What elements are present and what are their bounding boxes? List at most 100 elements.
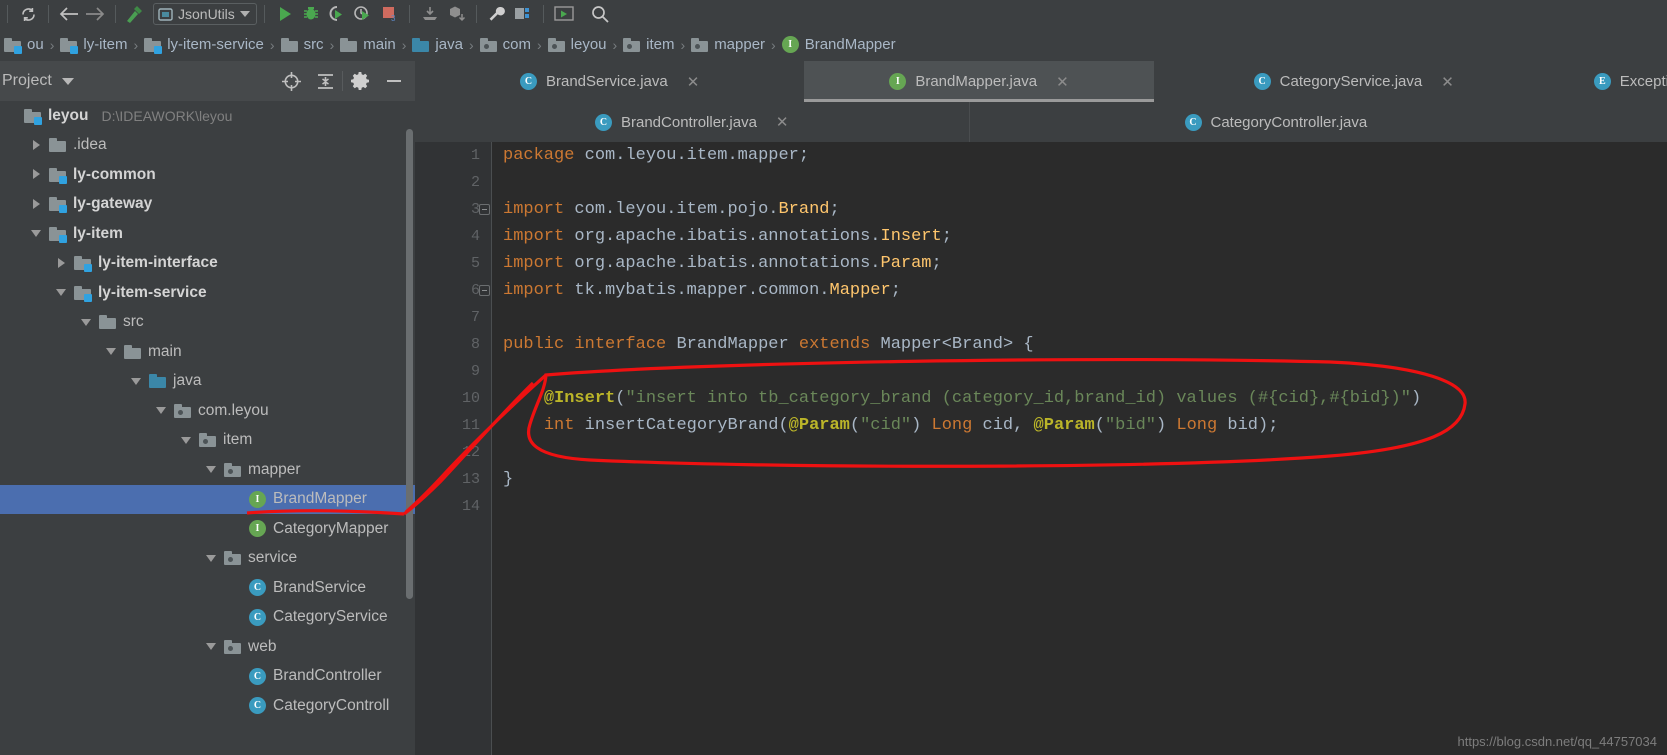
editor-tab-brandservice[interactable]: C BrandService.java ✕ [415, 61, 805, 102]
tree-item-selected[interactable]: I BrandMapper [0, 484, 415, 514]
close-icon[interactable]: ✕ [776, 113, 789, 131]
project-structure-icon[interactable] [510, 2, 536, 26]
tree-item[interactable]: ly-item-service [0, 278, 415, 308]
tree-item[interactable]: com.leyou [0, 396, 415, 426]
tree-item[interactable]: C BrandService [0, 573, 415, 603]
chevron-right-icon[interactable] [31, 198, 42, 210]
chevron-right-icon[interactable] [31, 139, 42, 151]
breadcrumb-item-ly-item[interactable]: ly-item [56, 36, 131, 54]
tree-item[interactable]: .idea [0, 131, 415, 161]
code-line[interactable]: import org.apache.ibatis.annotations.Par… [503, 250, 1667, 277]
editor-tab-brandmapper[interactable]: I BrandMapper.java ✕ [804, 61, 1154, 102]
code-line[interactable] [503, 493, 1667, 520]
tree-item[interactable]: ly-common [0, 160, 415, 190]
tree-item[interactable]: leyou D:\IDEAWORK\leyou [0, 101, 415, 131]
editor-tab-exceptionenum.jav[interactable]: E ExceptionEnum.jav [1553, 61, 1667, 102]
close-icon[interactable]: ✕ [1056, 73, 1069, 91]
back-arrow-icon[interactable] [56, 2, 82, 26]
fold-marker-icon[interactable] [479, 285, 490, 296]
tree-item[interactable]: item [0, 426, 415, 456]
code-line[interactable]: import org.apache.ibatis.annotations.Ins… [503, 223, 1667, 250]
settings-wrench-icon[interactable] [484, 2, 510, 26]
run-with-coverage-icon[interactable] [324, 2, 350, 26]
close-icon[interactable]: ✕ [1441, 73, 1454, 91]
code-line[interactable] [503, 169, 1667, 196]
chevron-down-icon[interactable] [31, 228, 42, 239]
editor-tab-brandcontroller[interactable]: C BrandController.java ✕ [415, 102, 969, 142]
chevron-down-icon[interactable] [206, 553, 217, 564]
project-tree-scrollbar[interactable] [406, 129, 413, 599]
fold-marker-icon[interactable] [479, 204, 490, 215]
settings-gear-icon[interactable] [343, 65, 377, 97]
update-project-icon[interactable] [417, 2, 443, 26]
commit-icon[interactable] [443, 2, 469, 26]
code-editor[interactable]: package com.leyou.item.mapper; import co… [492, 142, 1667, 755]
code-line[interactable] [503, 358, 1667, 385]
code-line[interactable]: package com.leyou.item.mapper; [503, 142, 1667, 169]
chevron-down-icon[interactable] [206, 464, 217, 475]
locate-target-icon[interactable] [274, 65, 308, 97]
chevron-down-icon[interactable] [81, 317, 92, 328]
chevron-down-icon[interactable] [61, 77, 74, 85]
editor-tab-categorycontroller[interactable]: C CategoryController.java [969, 102, 1583, 142]
breadcrumb-item-main[interactable]: main [336, 36, 400, 53]
stop-icon[interactable]: 3 [376, 2, 402, 26]
sync-icon[interactable] [15, 2, 41, 26]
profile-icon[interactable] [350, 2, 376, 26]
project-tree[interactable]: leyou D:\IDEAWORK\leyou .idea ly-common ly-g… [0, 101, 415, 755]
run-icon[interactable] [272, 2, 298, 26]
breadcrumb-item-item[interactable]: item [619, 36, 678, 53]
tree-item[interactable]: src [0, 308, 415, 338]
tree-item[interactable]: service [0, 544, 415, 574]
module-folder-icon [24, 108, 42, 125]
run-anything-icon[interactable] [551, 2, 577, 26]
breadcrumb-item-brandmapper[interactable]: I BrandMapper [778, 36, 900, 53]
breadcrumb-item-mapper[interactable]: mapper [687, 36, 769, 53]
code-line[interactable] [503, 304, 1667, 331]
chevron-down-icon[interactable] [56, 287, 67, 298]
code-line[interactable]: int insertCategoryBrand(@Param("cid") Lo… [503, 412, 1667, 439]
breadcrumb-item-label: com [502, 36, 531, 53]
code-line[interactable] [503, 439, 1667, 466]
tree-item[interactable]: java [0, 367, 415, 397]
tree-item[interactable]: ly-gateway [0, 190, 415, 220]
chevron-right-icon[interactable] [31, 169, 42, 180]
code-line[interactable]: @Insert("insert into tb_category_brand (… [503, 385, 1667, 412]
tree-item[interactable]: ly-item [0, 219, 415, 249]
tree-item[interactable]: C CategoryService [0, 603, 415, 633]
tree-item[interactable]: web [0, 632, 415, 662]
chevron-down-icon[interactable] [106, 346, 117, 357]
breadcrumb-item-java[interactable]: java [408, 36, 467, 53]
forward-arrow-icon[interactable] [82, 2, 108, 26]
tree-item[interactable]: C BrandController [0, 662, 415, 692]
tree-item[interactable]: main [0, 337, 415, 367]
code-line[interactable]: public interface BrandMapper extends Map… [503, 331, 1667, 358]
chevron-down-icon[interactable] [239, 11, 250, 17]
breadcrumb-item-com[interactable]: com [476, 36, 535, 53]
code-line[interactable]: } [503, 466, 1667, 493]
editor-tab-categoryservice[interactable]: C CategoryService.java ✕ [1153, 61, 1554, 102]
close-icon[interactable]: ✕ [687, 73, 700, 91]
tree-item[interactable]: ly-item-interface [0, 249, 415, 279]
breadcrumb-item-ly-item-service[interactable]: ly-item-service [140, 36, 268, 54]
hide-panel-icon[interactable] [377, 65, 411, 97]
chevron-down-icon[interactable] [156, 405, 167, 416]
code-line[interactable]: import com.leyou.item.pojo.Brand; [503, 196, 1667, 223]
search-everywhere-icon[interactable] [587, 2, 613, 26]
chevron-down-icon[interactable] [181, 435, 192, 446]
breadcrumb-item-leyou[interactable]: leyou [544, 36, 611, 53]
code-line[interactable]: import tk.mybatis.mapper.common.Mapper; [503, 277, 1667, 304]
chevron-down-icon[interactable] [206, 641, 217, 652]
collapse-all-icon[interactable] [308, 65, 342, 97]
breadcrumb-item-src[interactable]: src [277, 36, 328, 53]
run-configuration-selector[interactable]: JsonUtils [153, 3, 257, 25]
tree-item[interactable]: C CategoryControll [0, 691, 415, 721]
debug-icon[interactable] [298, 2, 324, 26]
build-hammer-icon[interactable] [123, 2, 149, 26]
tree-item[interactable]: mapper [0, 455, 415, 485]
interface-icon: I [249, 520, 266, 538]
chevron-down-icon[interactable] [131, 376, 142, 387]
breadcrumb-item-ou[interactable]: ou [0, 36, 48, 54]
chevron-right-icon[interactable] [56, 257, 67, 269]
tree-item[interactable]: I CategoryMapper [0, 514, 415, 544]
